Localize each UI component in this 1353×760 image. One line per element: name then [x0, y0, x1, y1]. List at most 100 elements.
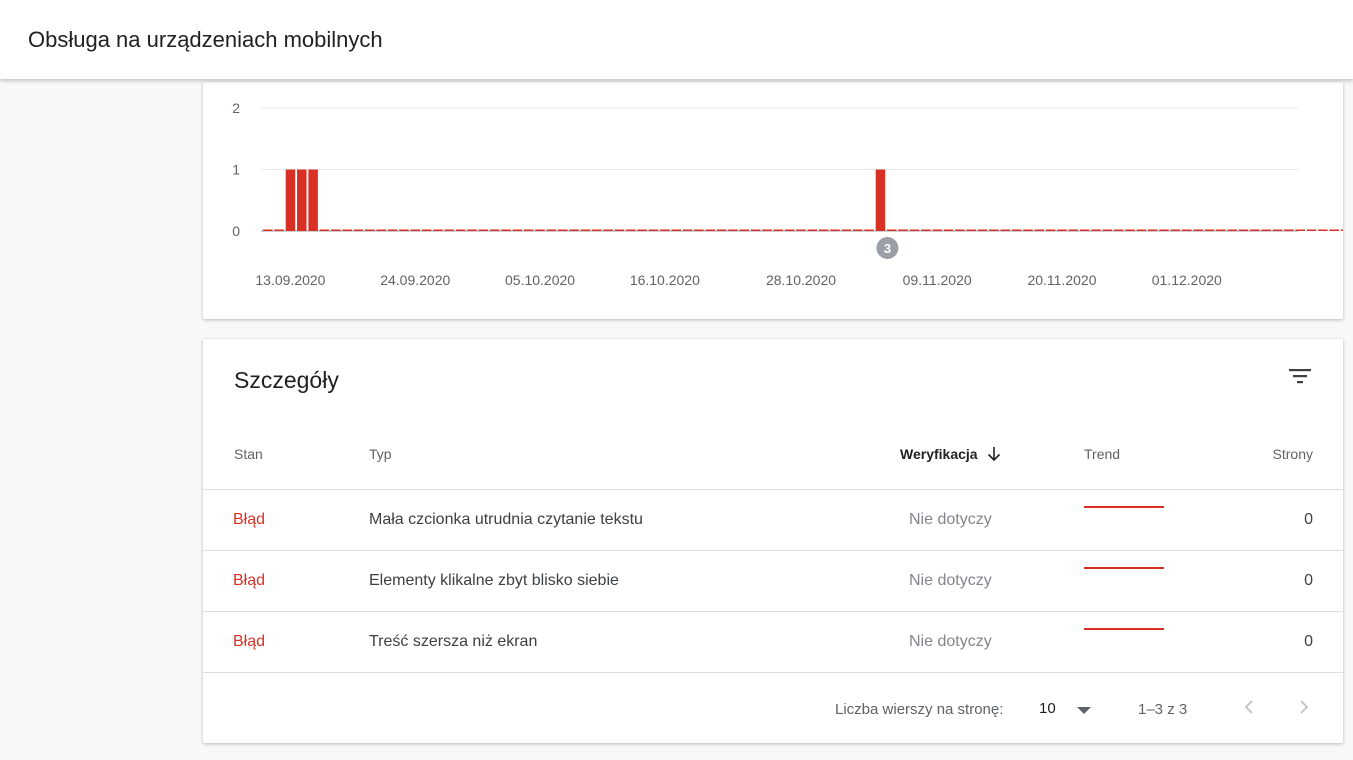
bar	[807, 229, 818, 231]
bar	[796, 229, 806, 231]
bar	[297, 169, 307, 231]
bar	[399, 229, 409, 231]
bar	[750, 229, 761, 231]
y-tick-label: 0	[232, 223, 240, 239]
next-page-button[interactable]	[1290, 693, 1318, 721]
bar	[557, 229, 568, 231]
x-tick-label: 09.11.2020	[903, 272, 972, 288]
bar	[966, 229, 976, 231]
bar	[489, 229, 500, 231]
bar	[977, 229, 988, 231]
bar	[671, 229, 681, 231]
chevron-right-icon	[1300, 700, 1309, 714]
bar	[1318, 229, 1328, 231]
row-trend-sparkline	[1084, 506, 1164, 508]
row-pages: 0	[1304, 511, 1313, 528]
bar	[705, 229, 715, 231]
bar	[478, 229, 489, 231]
chevron-left-icon	[1244, 700, 1253, 714]
column-header-pages[interactable]: Strony	[1273, 446, 1313, 462]
bar	[830, 229, 840, 231]
x-tick-label: 16.10.2020	[630, 272, 700, 288]
bar	[1034, 229, 1045, 231]
bar	[410, 229, 420, 231]
bar	[1147, 229, 1158, 231]
bar	[637, 229, 647, 231]
bar	[773, 229, 784, 231]
bar	[614, 229, 625, 231]
row-type: Elementy klikalne zbyt blisko siebie	[369, 572, 619, 589]
bar	[943, 229, 954, 231]
bar	[852, 229, 863, 231]
row-trend-sparkline	[1084, 567, 1164, 569]
row-pages: 0	[1304, 572, 1313, 589]
bar	[1193, 229, 1203, 231]
bar	[660, 229, 670, 231]
bar	[1261, 229, 1271, 231]
bar	[1284, 229, 1294, 231]
bar	[319, 229, 330, 231]
bar	[626, 229, 636, 231]
chart-card: 0 1 2 13.09.2020 24.09.2020 05.10.2020 16.10.2…	[203, 82, 1343, 319]
y-tick-label: 2	[232, 100, 240, 116]
bar	[989, 229, 999, 231]
x-tick-label: 01.12.2020	[1152, 272, 1222, 288]
bar	[1125, 229, 1135, 231]
column-header-type[interactable]: Typ	[369, 446, 392, 462]
table-row[interactable]: Błąd Treść szersza niż ekran Nie dotyczy…	[203, 611, 1343, 673]
bar	[376, 229, 386, 231]
bar	[955, 229, 965, 231]
arrow-down-icon	[987, 446, 1001, 462]
bar	[592, 229, 602, 231]
x-tick-label: 28.10.2020	[766, 272, 836, 288]
bar	[898, 229, 908, 231]
bar	[1340, 229, 1343, 231]
bar	[467, 229, 477, 231]
bar	[523, 229, 534, 231]
top-app-bar: Obsługa na urządzeniach mobilnych	[0, 0, 1353, 79]
bar	[433, 229, 443, 231]
previous-page-button[interactable]	[1235, 693, 1263, 721]
x-tick-label: 05.10.2020	[505, 272, 575, 288]
row-verification: Nie dotyczy	[909, 511, 992, 528]
bar	[1136, 229, 1147, 231]
bar	[387, 229, 398, 231]
bar	[1182, 229, 1192, 231]
rows-per-page-value: 10	[1039, 700, 1056, 717]
x-tick-label: 20.11.2020	[1027, 272, 1096, 288]
bar	[603, 229, 613, 231]
bar	[444, 229, 455, 231]
row-pages: 0	[1304, 633, 1313, 650]
bar	[1295, 229, 1305, 231]
bar	[546, 229, 557, 231]
rows-per-page-select[interactable]: 10	[1039, 698, 1099, 722]
table-row[interactable]: Błąd Mała czcionka utrudnia czytanie tek…	[203, 489, 1343, 551]
bar	[1057, 229, 1067, 231]
column-header-trend[interactable]: Trend	[1084, 446, 1120, 462]
column-header-verification[interactable]: Weryfikacja	[900, 446, 1001, 462]
bar	[501, 229, 511, 231]
bar	[864, 229, 874, 231]
bar	[421, 229, 432, 231]
table-pagination: Liczba wierszy na stronę: 10 1–3 z 3	[203, 672, 1343, 744]
bar	[1227, 229, 1237, 231]
filter-button[interactable]	[1283, 361, 1317, 393]
bar	[1329, 229, 1340, 231]
row-verification: Nie dotyczy	[909, 572, 992, 589]
row-verification: Nie dotyczy	[909, 633, 992, 650]
bar	[1159, 229, 1169, 231]
column-header-status[interactable]: Stan	[234, 446, 263, 462]
bar	[1170, 229, 1181, 231]
bar	[1000, 229, 1010, 231]
bar	[1113, 229, 1124, 231]
table-row[interactable]: Błąd Elementy klikalne zbyt blisko siebi…	[203, 550, 1343, 612]
bar	[682, 229, 693, 231]
bar	[932, 229, 942, 231]
bar	[274, 229, 284, 231]
bar	[1011, 229, 1022, 231]
bar	[285, 169, 296, 231]
bar	[1079, 229, 1090, 231]
dropdown-caret-icon	[1077, 707, 1091, 714]
bar	[569, 229, 579, 231]
page-title: Obsługa na urządzeniach mobilnych	[28, 27, 383, 52]
